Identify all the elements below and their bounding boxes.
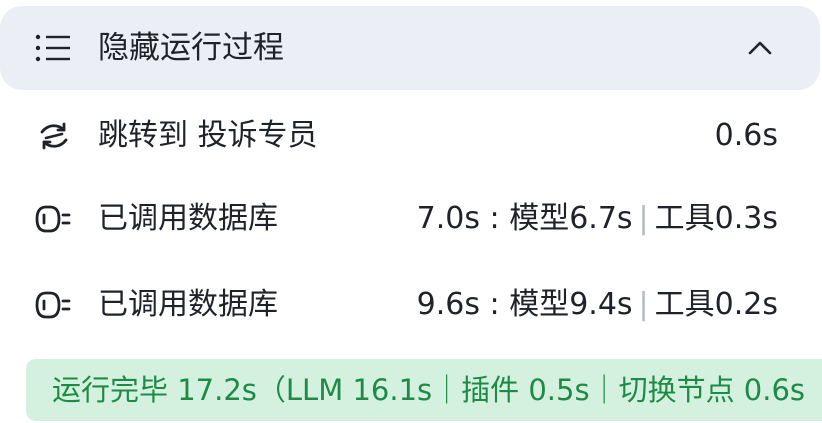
step-duration: 0.6s xyxy=(714,118,778,153)
model-time: 模型6.7s xyxy=(509,201,633,236)
run-summary-text: 运行完毕 17.2s（LLM 16.1s｜插件 0.5s｜切换节点 0.6s xyxy=(52,373,806,407)
step-label: 跳转到 投诉专员 xyxy=(98,118,318,153)
hide-process-header[interactable]: 隐藏运行过程 xyxy=(0,6,820,90)
jump-icon xyxy=(40,122,68,150)
step-row-database-2: 已调用数据库 9.6s : 模型9.4s | 工具0.2s xyxy=(0,275,822,335)
step-row-jump: 跳转到 投诉专员 0.6s xyxy=(0,106,822,166)
colon: : xyxy=(480,201,510,236)
chevron-up-icon[interactable] xyxy=(745,38,775,58)
step-label: 已调用数据库 xyxy=(98,287,278,322)
run-summary-banner: 运行完毕 17.2s（LLM 16.1s｜插件 0.5s｜切换节点 0.6s xyxy=(26,359,822,421)
run-process-panel: 隐藏运行过程 跳转到 投诉专员 0.6s 已调用数据库 7.0s : 模型6.7… xyxy=(0,0,822,423)
model-time: 模型9.4s xyxy=(509,287,633,322)
total-time: 9.6s xyxy=(416,287,481,322)
colon: : xyxy=(480,287,510,322)
step-duration: 9.6s : 模型9.4s | 工具0.2s xyxy=(417,283,778,327)
step-duration: 7.0s : 模型6.7s | 工具0.3s xyxy=(417,197,778,241)
step-label: 已调用数据库 xyxy=(98,201,278,236)
header-title: 隐藏运行过程 xyxy=(98,30,284,66)
database-icon xyxy=(35,205,71,233)
tool-time: 工具0.2s xyxy=(654,287,778,322)
list-icon xyxy=(35,34,70,62)
tool-time: 工具0.3s xyxy=(654,201,778,236)
database-icon xyxy=(35,291,71,319)
step-row-database-1: 已调用数据库 7.0s : 模型6.7s | 工具0.3s xyxy=(0,189,822,249)
divider: | xyxy=(638,287,649,322)
total-time: 7.0s xyxy=(416,201,481,236)
divider: | xyxy=(638,201,649,236)
